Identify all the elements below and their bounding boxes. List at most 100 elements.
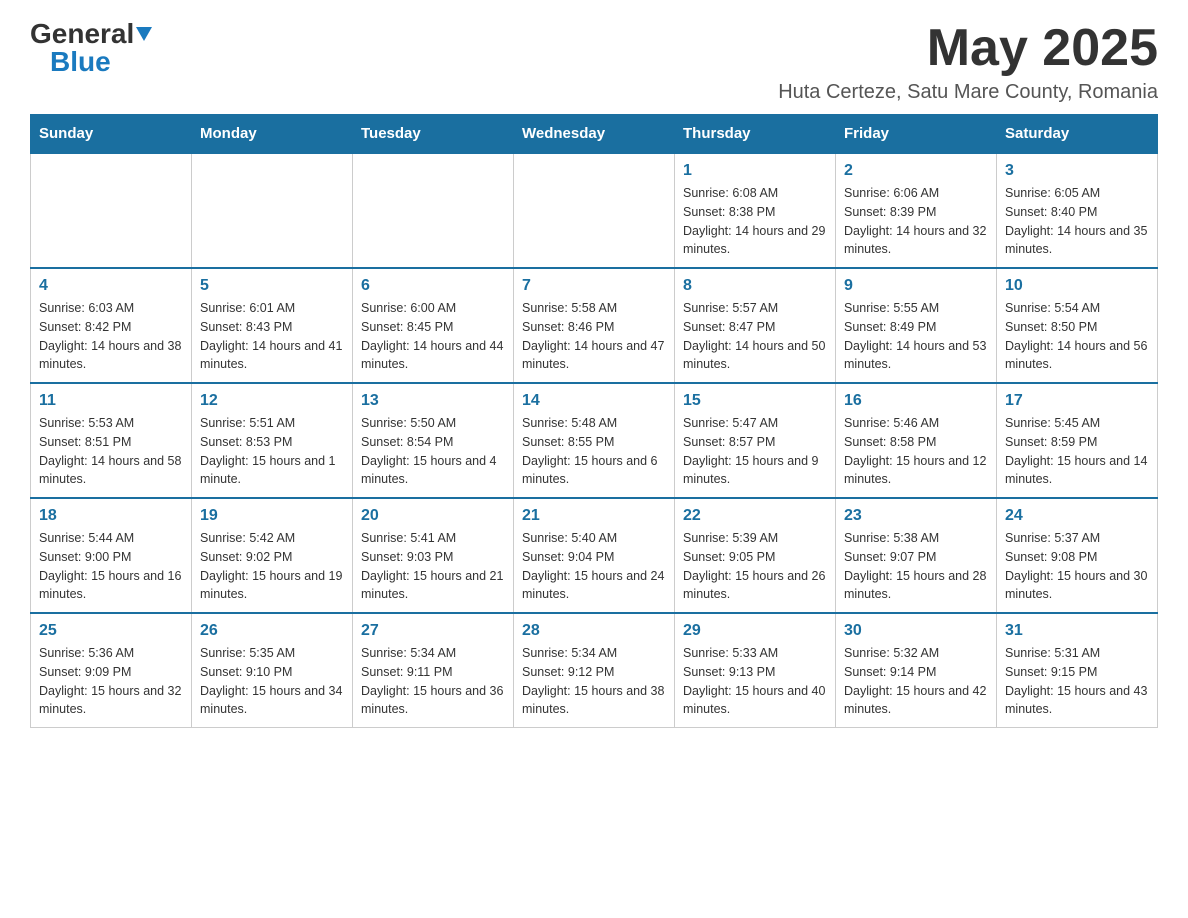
day-info: Sunrise: 5:57 AMSunset: 8:47 PMDaylight:… xyxy=(683,299,827,374)
calendar-week-row: 11Sunrise: 5:53 AMSunset: 8:51 PMDayligh… xyxy=(31,383,1158,498)
calendar-day-cell: 18 Sunrise: 5:44 AMSunset: 9:00 PMDayligh… xyxy=(31,498,192,613)
calendar-day-cell: 24Sunrise: 5:37 AMSunset: 9:08 PMDayligh… xyxy=(997,498,1158,613)
day-info: Sunrise: 5:32 AMSunset: 9:14 PMDaylight:… xyxy=(844,644,988,719)
calendar-day-cell: 17 Sunrise: 5:45 AMSunset: 8:59 PMDayligh… xyxy=(997,383,1158,498)
calendar-day-cell: 22Sunrise: 5:39 AMSunset: 9:05 PMDayligh… xyxy=(675,498,836,613)
day-number: 13 xyxy=(361,392,505,410)
day-info: Sunrise: 5:39 AMSunset: 9:05 PMDaylight:… xyxy=(683,529,827,604)
day-info: Sunrise: 5:36 AMSunset: 9:09 PMDaylight:… xyxy=(39,644,183,719)
day-of-week-header: Wednesday xyxy=(514,115,675,154)
calendar-day-cell: 28 Sunrise: 5:34 AMSunset: 9:12 PMDayligh… xyxy=(514,613,675,728)
day-number: 15 xyxy=(683,392,827,410)
calendar-day-cell: 2 Sunrise: 6:06 AMSunset: 8:39 PMDaylight… xyxy=(836,153,997,268)
day-info: Sunrise: 5:51 AMSunset: 8:53 PMDaylight:… xyxy=(200,414,344,489)
day-info: Sunrise: 5:31 AMSunset: 9:15 PMDaylight:… xyxy=(1005,644,1149,719)
day-number: 4 xyxy=(39,277,183,295)
calendar-day-cell: 30 Sunrise: 5:32 AMSunset: 9:14 PMDayligh… xyxy=(836,613,997,728)
calendar-day-cell xyxy=(192,153,353,268)
day-info: Sunrise: 6:03 AMSunset: 8:42 PMDaylight:… xyxy=(39,299,183,374)
day-info: Sunrise: 6:00 AMSunset: 8:45 PMDaylight:… xyxy=(361,299,505,374)
day-number: 1 xyxy=(683,162,827,180)
calendar-day-cell: 1 Sunrise: 6:08 AMSunset: 8:38 PMDaylight… xyxy=(675,153,836,268)
day-of-week-header: Friday xyxy=(836,115,997,154)
calendar-day-cell: 11Sunrise: 5:53 AMSunset: 8:51 PMDayligh… xyxy=(31,383,192,498)
calendar-day-cell: 21Sunrise: 5:40 AMSunset: 9:04 PMDayligh… xyxy=(514,498,675,613)
calendar-table: SundayMondayTuesdayWednesdayThursdayFrid… xyxy=(30,114,1158,728)
day-info: Sunrise: 5:48 AMSunset: 8:55 PMDaylight:… xyxy=(522,414,666,489)
day-info: Sunrise: 6:01 AMSunset: 8:43 PMDaylight:… xyxy=(200,299,344,374)
calendar-day-cell: 4 Sunrise: 6:03 AMSunset: 8:42 PMDaylight… xyxy=(31,268,192,383)
month-title: May 2025 xyxy=(778,20,1158,77)
day-info: Sunrise: 5:37 AMSunset: 9:08 PMDaylight:… xyxy=(1005,529,1149,604)
day-of-week-header: Thursday xyxy=(675,115,836,154)
day-number: 7 xyxy=(522,277,666,295)
calendar-day-cell: 3 Sunrise: 6:05 AMSunset: 8:40 PMDaylight… xyxy=(997,153,1158,268)
day-info: Sunrise: 5:38 AMSunset: 9:07 PMDaylight:… xyxy=(844,529,988,604)
location-subtitle: Huta Certeze, Satu Mare County, Romania xyxy=(778,81,1158,104)
day-of-week-header: Sunday xyxy=(31,115,192,154)
day-info: Sunrise: 5:41 AMSunset: 9:03 PMDaylight:… xyxy=(361,529,505,604)
calendar-day-cell: 23Sunrise: 5:38 AMSunset: 9:07 PMDayligh… xyxy=(836,498,997,613)
day-of-week-header: Saturday xyxy=(997,115,1158,154)
calendar-week-row: 18 Sunrise: 5:44 AMSunset: 9:00 PMDayligh… xyxy=(31,498,1158,613)
day-info: Sunrise: 6:06 AMSunset: 8:39 PMDaylight:… xyxy=(844,184,988,259)
day-number: 28 xyxy=(522,622,666,640)
day-number: 5 xyxy=(200,277,344,295)
calendar-day-cell: 6 Sunrise: 6:00 AMSunset: 8:45 PMDaylight… xyxy=(353,268,514,383)
calendar-day-cell: 10 Sunrise: 5:54 AMSunset: 8:50 PMDayligh… xyxy=(997,268,1158,383)
day-number: 17 xyxy=(1005,392,1149,410)
calendar-day-cell xyxy=(353,153,514,268)
day-number: 19 xyxy=(200,507,344,525)
day-number: 2 xyxy=(844,162,988,180)
calendar-day-cell: 25 Sunrise: 5:36 AMSunset: 9:09 PMDayligh… xyxy=(31,613,192,728)
day-number: 6 xyxy=(361,277,505,295)
calendar-day-cell xyxy=(31,153,192,268)
calendar-day-cell: 27 Sunrise: 5:34 AMSunset: 9:11 PMDayligh… xyxy=(353,613,514,728)
calendar-header-row: SundayMondayTuesdayWednesdayThursdayFrid… xyxy=(31,115,1158,154)
day-number: 10 xyxy=(1005,277,1149,295)
day-number: 20 xyxy=(361,507,505,525)
logo: General Blue xyxy=(30,20,152,76)
day-info: Sunrise: 5:55 AMSunset: 8:49 PMDaylight:… xyxy=(844,299,988,374)
calendar-day-cell: 8Sunrise: 5:57 AMSunset: 8:47 PMDaylight… xyxy=(675,268,836,383)
calendar-week-row: 1 Sunrise: 6:08 AMSunset: 8:38 PMDaylight… xyxy=(31,153,1158,268)
day-number: 27 xyxy=(361,622,505,640)
day-number: 30 xyxy=(844,622,988,640)
day-number: 16 xyxy=(844,392,988,410)
calendar-day-cell xyxy=(514,153,675,268)
day-info: Sunrise: 6:08 AMSunset: 8:38 PMDaylight:… xyxy=(683,184,827,259)
logo-blue-text: Blue xyxy=(50,48,111,76)
day-info: Sunrise: 6:05 AMSunset: 8:40 PMDaylight:… xyxy=(1005,184,1149,259)
day-info: Sunrise: 5:40 AMSunset: 9:04 PMDaylight:… xyxy=(522,529,666,604)
day-info: Sunrise: 5:45 AMSunset: 8:59 PMDaylight:… xyxy=(1005,414,1149,489)
title-block: May 2025 Huta Certeze, Satu Mare County,… xyxy=(778,20,1158,104)
day-number: 18 xyxy=(39,507,183,525)
calendar-day-cell: 26 Sunrise: 5:35 AMSunset: 9:10 PMDayligh… xyxy=(192,613,353,728)
calendar-day-cell: 14 Sunrise: 5:48 AMSunset: 8:55 PMDayligh… xyxy=(514,383,675,498)
day-number: 31 xyxy=(1005,622,1149,640)
calendar-day-cell: 15 Sunrise: 5:47 AMSunset: 8:57 PMDayligh… xyxy=(675,383,836,498)
day-number: 26 xyxy=(200,622,344,640)
calendar-day-cell: 7Sunrise: 5:58 AMSunset: 8:46 PMDaylight… xyxy=(514,268,675,383)
calendar-week-row: 4 Sunrise: 6:03 AMSunset: 8:42 PMDaylight… xyxy=(31,268,1158,383)
calendar-day-cell: 31 Sunrise: 5:31 AMSunset: 9:15 PMDayligh… xyxy=(997,613,1158,728)
logo-general-text: General xyxy=(30,20,134,48)
day-number: 11 xyxy=(39,392,183,410)
calendar-day-cell: 19Sunrise: 5:42 AMSunset: 9:02 PMDayligh… xyxy=(192,498,353,613)
day-info: Sunrise: 5:34 AMSunset: 9:12 PMDaylight:… xyxy=(522,644,666,719)
day-info: Sunrise: 5:54 AMSunset: 8:50 PMDaylight:… xyxy=(1005,299,1149,374)
calendar-day-cell: 9Sunrise: 5:55 AMSunset: 8:49 PMDaylight… xyxy=(836,268,997,383)
day-number: 25 xyxy=(39,622,183,640)
day-info: Sunrise: 5:44 AMSunset: 9:00 PMDaylight:… xyxy=(39,529,183,604)
day-info: Sunrise: 5:34 AMSunset: 9:11 PMDaylight:… xyxy=(361,644,505,719)
calendar-day-cell: 16 Sunrise: 5:46 AMSunset: 8:58 PMDayligh… xyxy=(836,383,997,498)
day-info: Sunrise: 5:35 AMSunset: 9:10 PMDaylight:… xyxy=(200,644,344,719)
calendar-day-cell: 29Sunrise: 5:33 AMSunset: 9:13 PMDayligh… xyxy=(675,613,836,728)
day-number: 14 xyxy=(522,392,666,410)
day-info: Sunrise: 5:47 AMSunset: 8:57 PMDaylight:… xyxy=(683,414,827,489)
calendar-week-row: 25 Sunrise: 5:36 AMSunset: 9:09 PMDayligh… xyxy=(31,613,1158,728)
day-info: Sunrise: 5:46 AMSunset: 8:58 PMDaylight:… xyxy=(844,414,988,489)
day-number: 3 xyxy=(1005,162,1149,180)
day-number: 12 xyxy=(200,392,344,410)
day-of-week-header: Tuesday xyxy=(353,115,514,154)
